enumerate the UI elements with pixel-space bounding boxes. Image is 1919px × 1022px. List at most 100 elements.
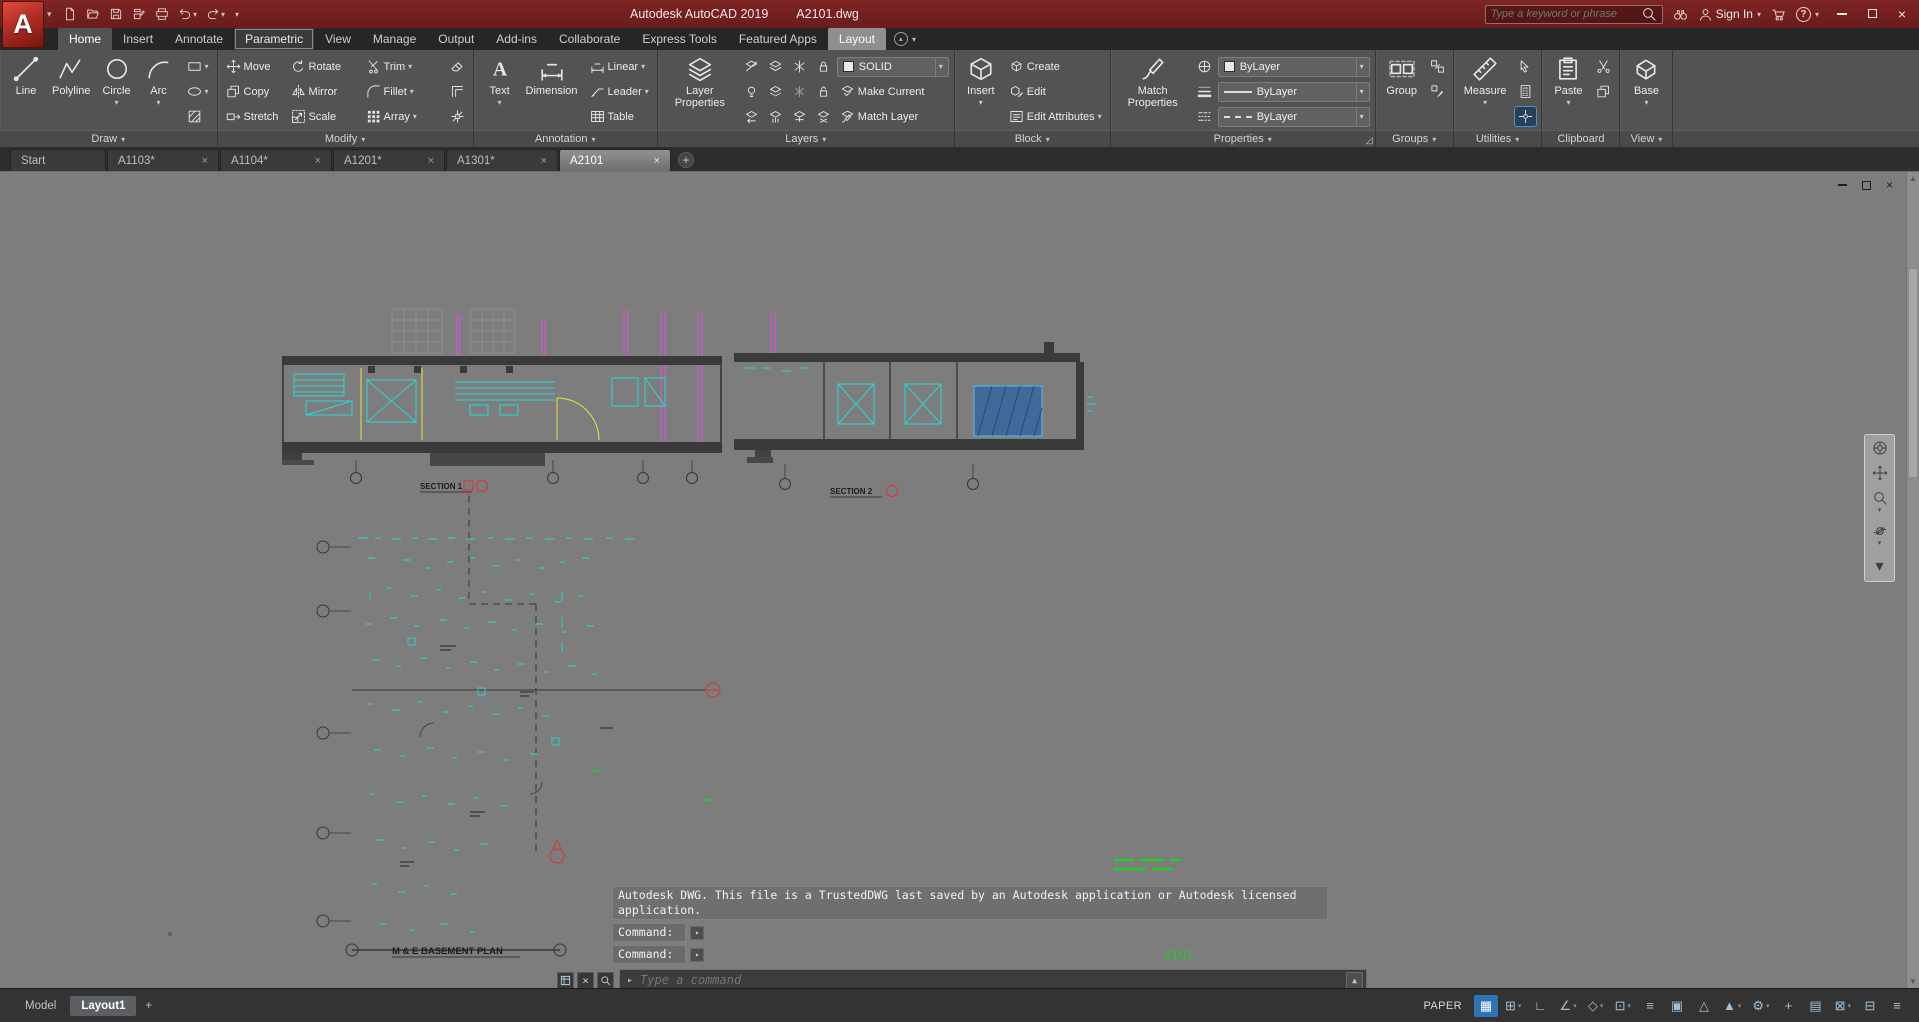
- graphics-performance-icon[interactable]: ⊟: [1858, 995, 1882, 1017]
- object-snap-icon[interactable]: ⊡ ▾: [1611, 995, 1635, 1017]
- drawing-viewport[interactable]: SECTION 1 SECTION 2 M & E BASEMENT PLAN …: [0, 171, 1919, 988]
- lineweight-display-icon[interactable]: ≡: [1638, 995, 1662, 1017]
- ribbon-tab-output[interactable]: Output: [427, 28, 485, 50]
- selection-cycling-icon[interactable]: ▣: [1665, 995, 1689, 1017]
- navbar-menu-button[interactable]: ▾: [1875, 556, 1883, 576]
- panel-label-clipboard[interactable]: Clipboard: [1542, 130, 1620, 147]
- panel-label-view[interactable]: View ▾: [1620, 130, 1673, 147]
- scroll-up-icon[interactable]: ▲: [1907, 174, 1919, 183]
- file-tab-start[interactable]: Start: [10, 149, 106, 171]
- ribbon-button-layer-isolate[interactable]: [765, 57, 786, 76]
- ribbon-button-linear[interactable]: Linear ▾: [587, 57, 649, 76]
- ribbon-button-edit-block[interactable]: Edit: [1006, 82, 1049, 101]
- ribbon-button-quick-select[interactable]: [1515, 57, 1536, 76]
- panel-label-annotation[interactable]: Annotation ▾: [473, 130, 657, 147]
- ribbon-button-measure[interactable]: Measure ▾: [1459, 53, 1512, 129]
- ribbon-button-match-layer[interactable]: Match Layer: [837, 107, 922, 126]
- command-input[interactable]: [640, 973, 1339, 987]
- ribbon-button-base[interactable]: Base ▾: [1625, 53, 1667, 129]
- command-close-button[interactable]: ×: [577, 971, 594, 988]
- ribbon-button-object-color[interactable]: [1194, 57, 1215, 76]
- annotation-visibility-icon[interactable]: △: [1692, 995, 1716, 1017]
- new-file-button[interactable]: [60, 4, 80, 24]
- ribbon-button-match-properties[interactable]: Match Properties: [1116, 53, 1190, 129]
- tab-close-icon[interactable]: ×: [654, 155, 660, 167]
- ribbon-button-text[interactable]: A Text ▾: [479, 53, 521, 129]
- layout1-tab[interactable]: Layout1: [70, 995, 137, 1016]
- combo-object-color[interactable]: ByLayer ▾: [1217, 56, 1370, 77]
- ribbon-tab-manage[interactable]: Manage: [362, 28, 427, 50]
- combo-layer[interactable]: SOLID ▾: [836, 56, 949, 77]
- ribbon-button-trim[interactable]: Trim ▾: [363, 57, 416, 76]
- ribbon-button-edit-attributes[interactable]: Edit Attributes ▾: [1006, 107, 1105, 126]
- panel-label-utilities[interactable]: Utilities ▾: [1453, 130, 1542, 147]
- polar-tracking-icon[interactable]: ∠ ▾: [1555, 995, 1580, 1017]
- ribbon-button-array[interactable]: Array ▾: [363, 107, 420, 126]
- tab-close-icon[interactable]: ×: [428, 155, 434, 167]
- panel-label-properties[interactable]: Properties ▾ ◿: [1110, 130, 1375, 147]
- ribbon-button-layer-thaw[interactable]: [789, 82, 810, 101]
- ribbon-button-circle[interactable]: Circle ▾: [96, 53, 138, 129]
- doc-restore-button[interactable]: [1861, 179, 1871, 191]
- command-customize-button[interactable]: [557, 971, 574, 988]
- command-search-button[interactable]: [597, 971, 614, 988]
- ribbon-tab-home[interactable]: Home: [58, 28, 113, 50]
- model-tab[interactable]: Model: [14, 996, 67, 1016]
- exchange-search-button[interactable]: [1673, 7, 1688, 22]
- doc-close-button[interactable]: ×: [1886, 178, 1893, 192]
- ribbon-button-layer-unisolate[interactable]: [765, 82, 786, 101]
- search-input[interactable]: [1490, 8, 1636, 20]
- ribbon-display-toggle[interactable]: ▴ ▾: [893, 28, 916, 50]
- annotation-monitor-icon[interactable]: +: [1777, 995, 1801, 1017]
- doc-minimize-button[interactable]: [1837, 179, 1847, 191]
- ribbon-button-paste[interactable]: Paste ▾: [1547, 53, 1589, 129]
- command-input-box[interactable]: ▸ ▲: [619, 969, 1367, 988]
- maximize-button[interactable]: [1857, 2, 1887, 25]
- ribbon-button-offset[interactable]: [447, 82, 468, 101]
- combo-linetype[interactable]: ByLayer ▾: [1217, 106, 1370, 127]
- ribbon-button-layer-unlock[interactable]: [813, 82, 834, 101]
- ribbon-button-hatch[interactable]: [184, 107, 205, 126]
- lock-ui-icon[interactable]: ⊠ ▾: [1831, 995, 1855, 1017]
- ribbon-button-layer-previous[interactable]: [741, 107, 762, 126]
- ribbon-button-quick-calc[interactable]: [1515, 82, 1536, 101]
- quick-access-menu-button[interactable]: ▾: [231, 4, 242, 24]
- panel-label-groups[interactable]: Groups ▾: [1375, 130, 1453, 147]
- dialog-launcher-icon[interactable]: ◿: [1366, 135, 1373, 146]
- file-tab-a1104[interactable]: A1104* ×: [220, 149, 332, 171]
- tab-close-icon[interactable]: ×: [202, 155, 208, 167]
- snap-mode-icon[interactable]: ⊞ ▾: [1501, 995, 1525, 1017]
- application-menu-button[interactable]: A: [2, 1, 44, 48]
- ortho-icon[interactable]: ∟: [1528, 995, 1552, 1017]
- panel-label-block[interactable]: Block ▾: [954, 130, 1110, 147]
- plot-button[interactable]: [152, 4, 172, 24]
- open-button[interactable]: [83, 4, 103, 24]
- ribbon-button-dimension[interactable]: Dimension: [521, 53, 583, 129]
- ribbon-button-layer-merge[interactable]: [789, 107, 810, 126]
- ribbon-button-ellipse[interactable]: ▾: [184, 82, 212, 101]
- ribbon-button-layer-lock[interactable]: [813, 57, 834, 76]
- minimize-button[interactable]: [1827, 2, 1857, 25]
- new-layout-button[interactable]: +: [139, 996, 158, 1016]
- ribbon-button-cut[interactable]: [1593, 57, 1614, 76]
- ribbon-button-ungroup[interactable]: [1427, 57, 1448, 76]
- ribbon-button-layer-freeze[interactable]: [789, 57, 810, 76]
- steering-wheel-button[interactable]: [1872, 440, 1888, 456]
- ribbon-button-layer-delete[interactable]: [813, 107, 834, 126]
- ribbon-button-layer-walk[interactable]: [765, 107, 786, 126]
- tab-close-icon[interactable]: ×: [541, 155, 547, 167]
- recent-commands-icon[interactable]: ▸: [690, 947, 705, 962]
- save-as-button[interactable]: [129, 4, 149, 24]
- annotation-scale-icon[interactable]: ▲ ▾: [1719, 995, 1745, 1017]
- ribbon-button-leader[interactable]: Leader ▾: [587, 82, 652, 101]
- ribbon-button-layer-off[interactable]: [741, 57, 762, 76]
- ribbon-button-polyline[interactable]: Polyline: [47, 53, 96, 129]
- orbit-button[interactable]: ▾: [1872, 523, 1888, 547]
- new-drawing-tab-button[interactable]: +: [678, 152, 694, 168]
- sign-in-button[interactable]: Sign In ▾: [1698, 7, 1761, 22]
- ribbon-button-group-edit[interactable]: [1427, 82, 1448, 101]
- ribbon-button-id-point[interactable]: [1514, 106, 1538, 127]
- ribbon-tab-insert[interactable]: Insert: [112, 28, 164, 50]
- customization-icon[interactable]: ≡: [1885, 995, 1909, 1017]
- grid-icon[interactable]: ▦: [1474, 994, 1498, 1017]
